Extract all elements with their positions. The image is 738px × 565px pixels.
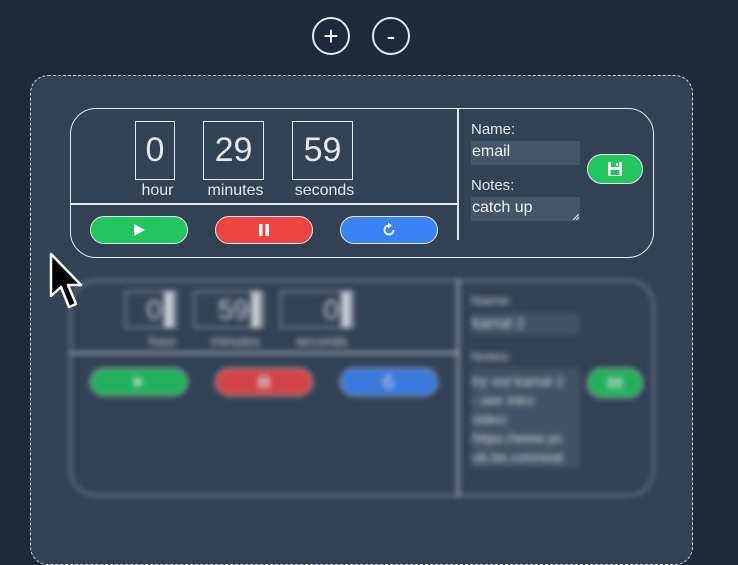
pause-icon [259, 224, 269, 236]
minutes-input[interactable]: 29 [203, 121, 264, 180]
notes-line: try out kamal 2 [472, 373, 564, 389]
play-icon [134, 377, 144, 387]
name-field[interactable]: email [471, 141, 580, 165]
notes-line: https://www.yo [472, 430, 563, 446]
name-label: Name: [471, 292, 513, 308]
notes-text: catch up [472, 199, 533, 216]
hour-label: hour [148, 333, 177, 349]
resize-handle-icon[interactable] [573, 214, 579, 220]
notes-label: Notes: [471, 177, 515, 194]
refresh-icon [383, 222, 395, 236]
card-divider-horizontal [70, 352, 458, 354]
add-timer-button[interactable]: + [312, 17, 350, 55]
hour-label: hour [141, 182, 174, 199]
save-button[interactable] [587, 368, 643, 398]
notes-line: - see intro [472, 392, 535, 408]
seconds-label: seconds [295, 333, 348, 349]
notes-field[interactable]: catch up [471, 197, 580, 221]
play-button[interactable] [90, 368, 188, 396]
notes-line: ub.be.com/wat [472, 449, 564, 465]
floppy-disk-icon [608, 162, 622, 176]
floppy-disk-icon [608, 376, 622, 390]
hour-spinner[interactable] [164, 292, 174, 327]
play-icon [134, 224, 145, 236]
card-divider-horizontal [70, 203, 458, 205]
seconds-spinner[interactable] [341, 292, 351, 327]
card-divider-vertical [457, 108, 459, 240]
reset-button[interactable] [340, 216, 438, 244]
hour-input[interactable]: 0 [135, 121, 175, 180]
card-divider-vertical [457, 280, 459, 496]
notes-line: video: [472, 411, 510, 427]
seconds-input[interactable]: 59 [292, 121, 353, 180]
name-label: Name: [471, 121, 516, 138]
seconds-label: seconds [294, 182, 355, 199]
remove-timer-button[interactable]: - [372, 17, 410, 55]
minutes-label: minutes [210, 333, 261, 349]
refresh-icon [383, 374, 395, 388]
save-button[interactable] [587, 154, 643, 184]
name-field[interactable]: kamal 2 [471, 313, 580, 335]
notes-field[interactable]: try out kamal 2 - see intro video: https… [471, 368, 580, 468]
mouse-pointer-icon [49, 252, 83, 309]
pause-button[interactable] [215, 216, 313, 244]
reset-button[interactable] [340, 368, 438, 396]
pause-icon [259, 376, 269, 388]
play-button[interactable] [90, 216, 188, 244]
minutes-spinner[interactable] [251, 292, 261, 327]
minutes-label: minutes [207, 182, 264, 199]
notes-label: Notes: [471, 348, 512, 364]
pause-button[interactable] [215, 368, 313, 396]
